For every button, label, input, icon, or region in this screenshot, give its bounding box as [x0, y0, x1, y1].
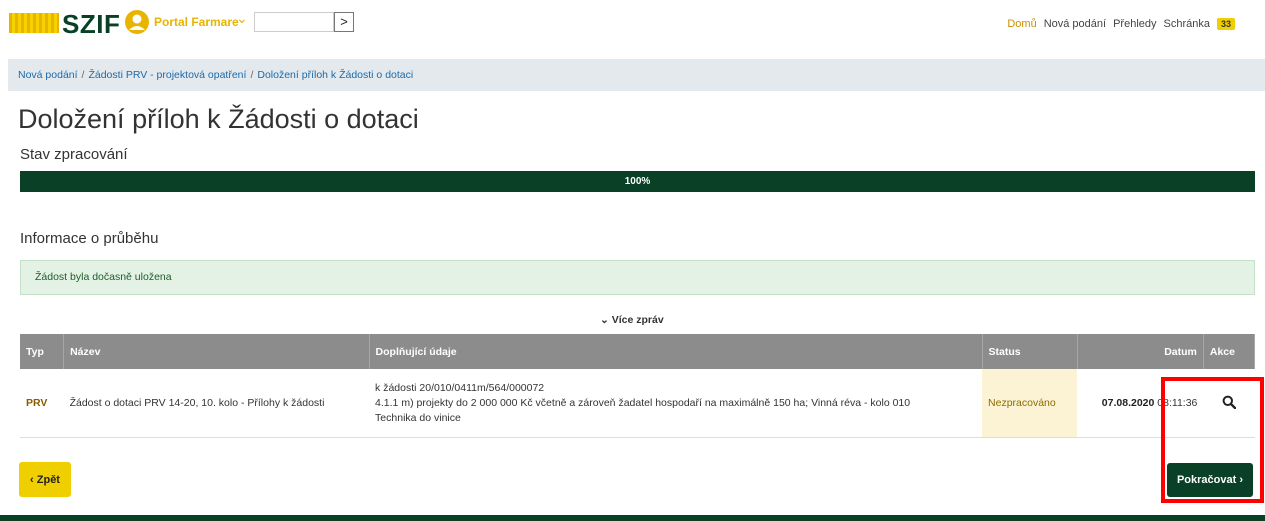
row-typ: PRV: [20, 369, 64, 438]
search-input[interactable]: [254, 12, 334, 32]
table-row: PRV Žádost o dotaci PRV 14-20, 10. kolo …: [20, 369, 1255, 438]
back-button-label: Zpět: [36, 473, 60, 486]
row-nazev: Žádost o dotaci PRV 14-20, 10. kolo - Př…: [63, 369, 370, 438]
row-udaje: k žádosti 20/010/0411m/564/000072 4.1.1 …: [369, 369, 983, 438]
breadcrumb-item[interactable]: Žádosti PRV - projektová opatření: [88, 69, 246, 81]
status-message: Žádost byla dočasně uložena: [20, 260, 1255, 295]
col-typ: Typ: [20, 334, 65, 369]
inbox-count-badge[interactable]: 33: [1216, 18, 1235, 30]
row-udaje-line: 4.1.1 m) projekty do 2 000 000 Kč včetně…: [375, 396, 911, 409]
top-header: SZIF Portal Farmare ⌄ > Domů Nová podání…: [0, 0, 1265, 50]
row-udaje-line: k žádosti 20/010/0411m/564/000072: [375, 381, 545, 394]
col-akce: Akce: [1203, 334, 1256, 369]
more-messages-toggle[interactable]: ⌄ Více zpráv: [600, 314, 664, 326]
chevron-down-icon[interactable]: ⌄: [236, 10, 248, 27]
progress-bar: 100%: [20, 171, 1255, 192]
nav-home[interactable]: Domů: [1007, 18, 1036, 30]
status-badge: Nezpracováno: [982, 369, 1078, 438]
col-udaje: Doplňující údaje: [369, 334, 983, 369]
top-nav: Domů Nová podání Přehledy Schránka 33: [1007, 18, 1235, 30]
chevron-down-icon: ⌄: [600, 314, 609, 326]
page-title: Doložení příloh k Žádosti o dotaci: [18, 104, 419, 134]
breadcrumb: Nová podání / Žádosti PRV - projektová opa…: [8, 59, 1265, 91]
row-date: 07.08.2020: [1101, 397, 1155, 409]
breadcrumb-item[interactable]: Doložení příloh k Žádosti o dotaci: [257, 69, 413, 81]
nav-overviews[interactable]: Přehledy: [1113, 18, 1156, 30]
nav-inbox[interactable]: Schránka: [1164, 18, 1210, 30]
progress-text: 100%: [624, 176, 651, 187]
row-udaje-line: Technika do vinice: [375, 411, 461, 424]
search-button[interactable]: >: [334, 12, 354, 32]
szif-logo-stripes: [9, 13, 59, 33]
breadcrumb-item[interactable]: Nová podání: [18, 69, 78, 81]
annotation-highlight-box: [1161, 377, 1264, 503]
footer-bar: [0, 515, 1265, 521]
more-messages-label: Více zpráv: [611, 314, 664, 326]
progress-label: Stav zpracování: [20, 146, 128, 163]
info-heading: Informace o průběhu: [20, 230, 159, 247]
col-nazev: Název: [63, 334, 370, 369]
nav-new-submissions[interactable]: Nová podání: [1044, 18, 1106, 30]
chevron-left-icon: ‹: [30, 473, 34, 486]
szif-logo[interactable]: SZIF: [62, 9, 120, 40]
back-button[interactable]: ‹ Zpět: [19, 462, 71, 497]
attachments-table: Typ Název Doplňující údaje Status Datum …: [20, 334, 1256, 438]
table-header-row: Typ Název Doplňující údaje Status Datum …: [20, 334, 1256, 369]
col-status: Status: [982, 334, 1078, 369]
col-datum: Datum: [1077, 334, 1204, 369]
portal-farmare-menu[interactable]: Portal Farmare: [154, 15, 239, 29]
user-icon[interactable]: [124, 9, 150, 35]
